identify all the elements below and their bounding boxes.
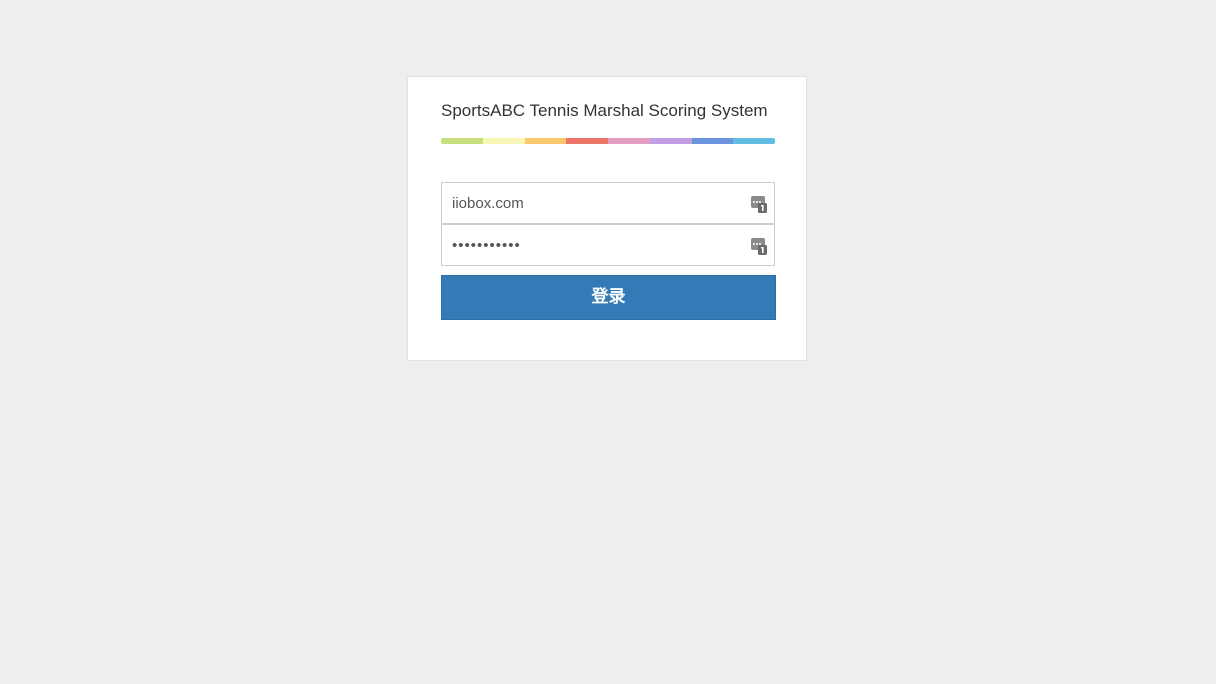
- stripe-segment: [482, 138, 525, 144]
- login-button[interactable]: 登录: [441, 275, 776, 320]
- system-title: SportsABC Tennis Marshal Scoring System: [441, 101, 768, 120]
- stripe-segment: [524, 138, 567, 144]
- login-card: SportsABC Tennis Marshal Scoring System: [407, 76, 807, 361]
- stripe-segment: [441, 138, 483, 144]
- password-field-wrapper: [441, 224, 775, 266]
- login-page: SportsABC Tennis Marshal Scoring System: [0, 0, 1216, 684]
- stripe-segment: [691, 138, 734, 144]
- password-manager-key-icon[interactable]: [751, 195, 767, 213]
- username-field-wrapper: [441, 182, 775, 224]
- stripe-segment: [608, 138, 650, 144]
- username-input[interactable]: [442, 183, 774, 223]
- color-stripe: [441, 138, 775, 144]
- stripe-segment: [733, 138, 775, 144]
- stripe-segment: [566, 138, 608, 144]
- password-manager-key-icon[interactable]: [751, 237, 767, 255]
- password-input[interactable]: [442, 225, 774, 265]
- stripe-segment: [649, 138, 692, 144]
